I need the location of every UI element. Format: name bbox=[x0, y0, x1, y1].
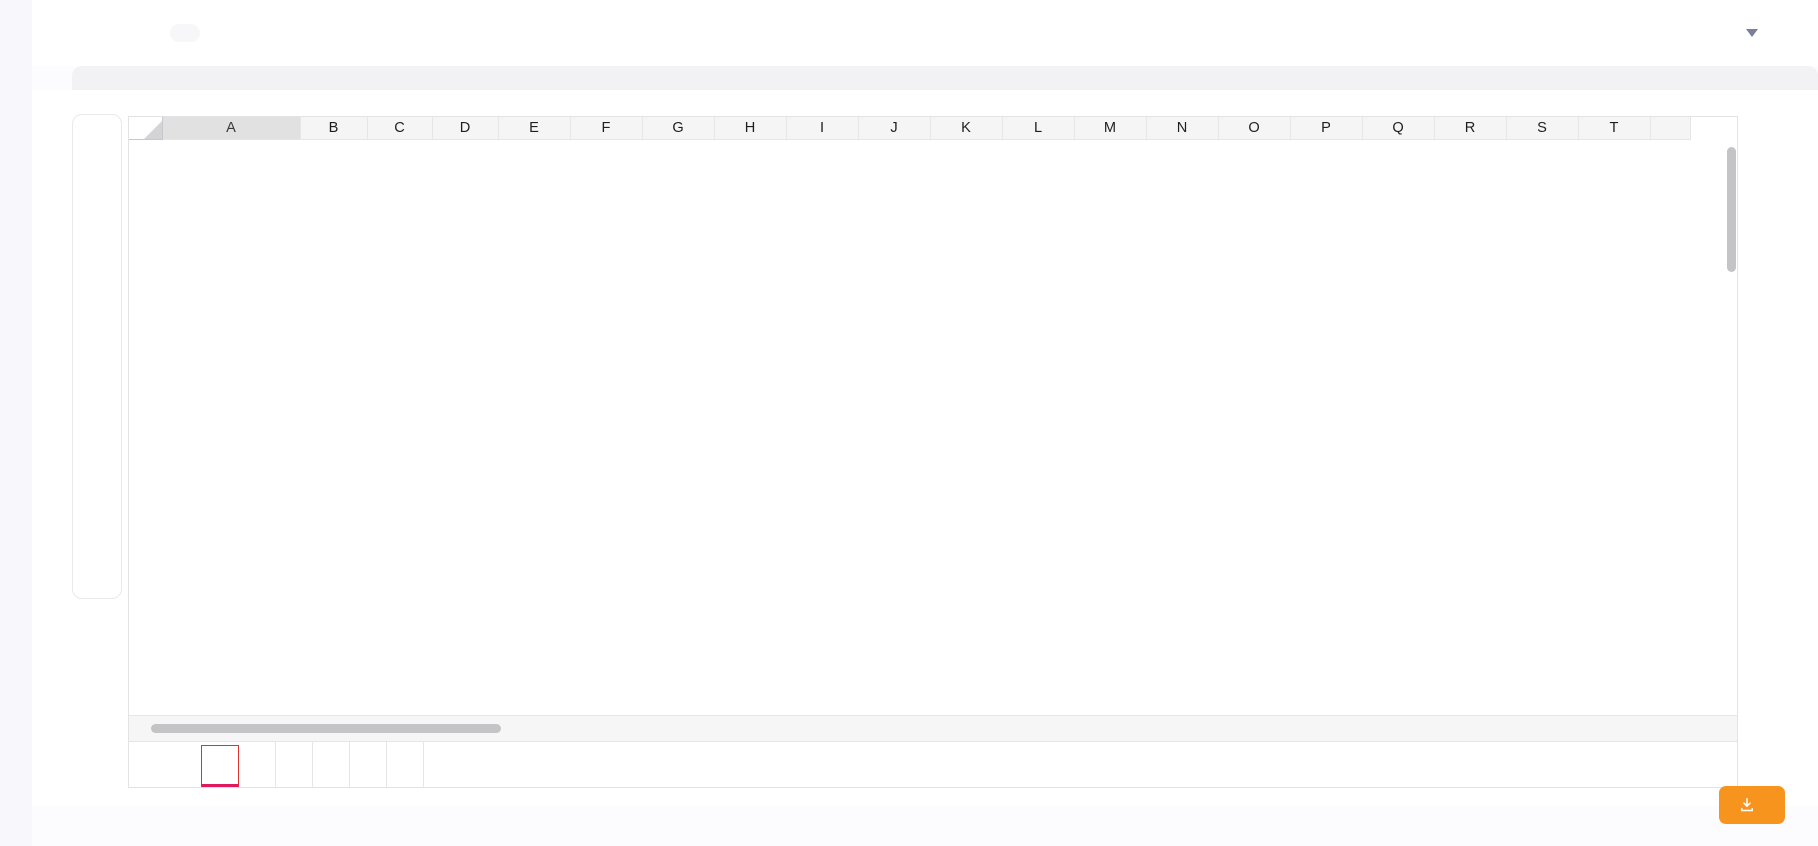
corner-triangle-icon bbox=[143, 121, 161, 139]
nav-items bbox=[62, 24, 272, 42]
column-header-t[interactable]: T bbox=[1578, 117, 1651, 140]
nav-item-paying-in[interactable] bbox=[98, 24, 128, 42]
column-header-i[interactable]: I bbox=[786, 117, 859, 140]
top-navigation-bar bbox=[32, 0, 1818, 66]
nav-item-direct-debits[interactable] bbox=[134, 24, 164, 42]
nav-item-dashboard[interactable] bbox=[62, 24, 92, 42]
content-card-top-band bbox=[72, 66, 1818, 90]
nav-item-payments[interactable] bbox=[206, 24, 236, 42]
column-header-m[interactable]: M bbox=[1074, 117, 1147, 140]
download-icon bbox=[1739, 797, 1755, 813]
sheet-tab-attribution-fundraiser[interactable] bbox=[313, 742, 350, 787]
column-header-h[interactable]: H bbox=[714, 117, 787, 140]
column-header-r[interactable]: R bbox=[1434, 117, 1507, 140]
sheet-tab-attribution-event[interactable] bbox=[350, 742, 387, 787]
column-header-partial[interactable] bbox=[1650, 117, 1691, 140]
search-dropdown[interactable] bbox=[1733, 29, 1758, 37]
column-header-s[interactable]: S bbox=[1506, 117, 1579, 140]
column-header-a[interactable]: A bbox=[162, 117, 301, 140]
column-header-j[interactable]: J bbox=[858, 117, 931, 140]
sheet-tab-attribution-ir[interactable] bbox=[387, 742, 424, 787]
chevron-down-icon bbox=[1746, 29, 1758, 37]
sheet-tab-summary[interactable] bbox=[201, 745, 239, 787]
column-header-p[interactable]: P bbox=[1290, 117, 1363, 140]
column-header-d[interactable]: D bbox=[432, 117, 499, 140]
column-header-k[interactable]: K bbox=[930, 117, 1003, 140]
column-header-l[interactable]: L bbox=[1002, 117, 1075, 140]
column-header-f[interactable]: F bbox=[570, 117, 643, 140]
sheet-tab-bar bbox=[129, 741, 1737, 787]
add-sheet-button[interactable] bbox=[129, 742, 165, 787]
vertical-scrollbar-thumb[interactable] bbox=[1727, 147, 1736, 272]
column-header-e[interactable]: E bbox=[498, 117, 571, 140]
left-rail bbox=[0, 0, 32, 846]
sheet-tab-attribution-channel[interactable] bbox=[239, 742, 276, 787]
column-header-b[interactable]: B bbox=[300, 117, 368, 140]
column-header-o[interactable]: O bbox=[1218, 117, 1291, 140]
spreadsheet-viewer: ABCDEFGHIJKLMNOPQRST bbox=[128, 116, 1738, 788]
column-header-g[interactable]: G bbox=[642, 117, 715, 140]
spreadsheet-grid-scroll[interactable]: ABCDEFGHIJKLMNOPQRST bbox=[129, 117, 1737, 729]
download-button[interactable] bbox=[1719, 786, 1785, 824]
sheet-list-menu-button[interactable] bbox=[165, 742, 201, 787]
column-header-c[interactable]: C bbox=[367, 117, 433, 140]
sheet-tab-attribution-department[interactable] bbox=[276, 742, 313, 787]
nav-item-analytics[interactable] bbox=[170, 24, 200, 42]
column-header-q[interactable]: Q bbox=[1362, 117, 1435, 140]
sheet-tab-pagination bbox=[424, 742, 486, 787]
app-root: ABCDEFGHIJKLMNOPQRST bbox=[0, 0, 1818, 846]
column-header-n[interactable]: N bbox=[1146, 117, 1219, 140]
sidebar-expand-panel[interactable] bbox=[72, 114, 122, 599]
nav-item-admin[interactable] bbox=[242, 24, 272, 42]
spreadsheet-grid[interactable]: ABCDEFGHIJKLMNOPQRST bbox=[129, 117, 1691, 140]
horizontal-scrollbar-track[interactable] bbox=[129, 715, 1737, 741]
select-all-corner[interactable] bbox=[129, 117, 163, 140]
horizontal-scrollbar-thumb[interactable] bbox=[151, 724, 501, 733]
